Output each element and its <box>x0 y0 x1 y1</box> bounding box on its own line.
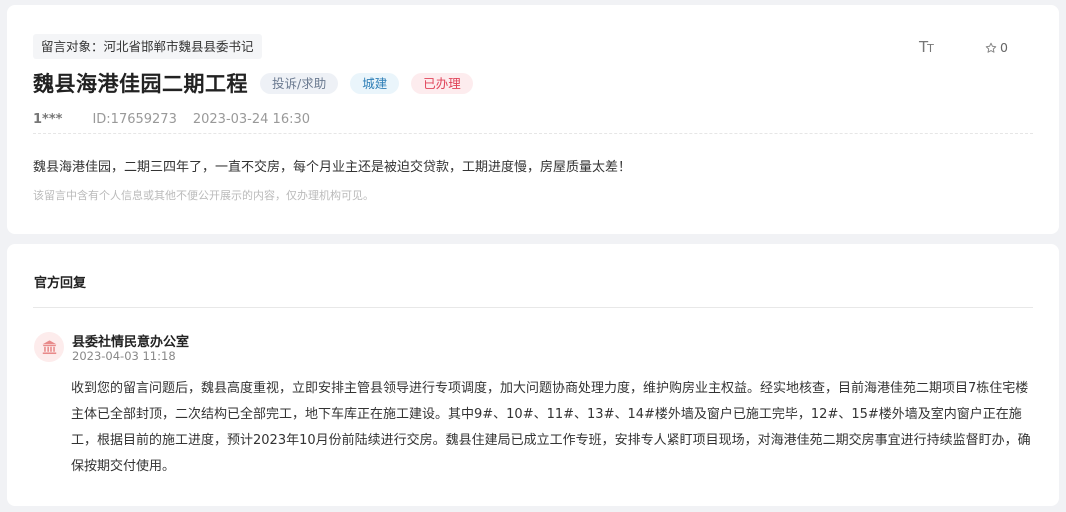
post-content: 魏县海港佳园，二期三四年了，一直不交房，每个月业主还是被迫交贷款，工期进度慢，房… <box>33 160 632 175</box>
reply-section-title: 官方回复 <box>34 276 87 291</box>
divider <box>33 133 1033 134</box>
post-meta: 1*** ID:17659273 2023-03-24 16:30 <box>33 110 310 128</box>
message-card: 留言对象：河北省邯郸市魏县县委书记 TT 0 魏县海港佳园二期工程 投诉/求助 … <box>7 5 1059 234</box>
favorite-button[interactable]: 0 <box>985 40 1008 55</box>
star-icon <box>985 42 997 53</box>
title-row: 魏县海港佳园二期工程 投诉/求助 城建 已办理 <box>33 68 473 98</box>
page-title: 魏县海港佳园二期工程 <box>33 72 248 96</box>
post-id: ID:17659273 <box>92 111 177 127</box>
official-reply-card: 官方回复 县委社情民意办公室 2023-04-03 11:18 收到您的留言问题… <box>7 244 1059 506</box>
status-badge: 已办理 <box>411 72 473 94</box>
type-tag: 投诉/求助 <box>260 72 339 94</box>
reply-body: 收到您的留言问题后，魏县高度重视，立即安排主管县领导进行专项调度，加大问题协商处… <box>71 381 1031 474</box>
message-target-tag: 留言对象：河北省邯郸市魏县县委书记 <box>33 34 262 59</box>
font-size-toggle[interactable]: TT <box>919 38 934 56</box>
post-datetime: 2023-03-24 16:30 <box>192 111 311 127</box>
domain-tag: 城建 <box>350 72 400 94</box>
divider <box>33 307 1033 308</box>
government-building-icon <box>41 339 57 354</box>
post-user: 1*** <box>33 111 63 127</box>
reply-datetime: 2023-04-03 11:18 <box>72 349 176 363</box>
privacy-note: 该留言中含有个人信息或其他不便公开展示的内容，仅办理机构可见。 <box>33 189 374 202</box>
avatar <box>34 332 64 362</box>
font-size-icon: TT <box>919 38 934 56</box>
favorite-count: 0 <box>1000 40 1008 55</box>
reply-org-name: 县委社情民意办公室 <box>72 335 190 350</box>
